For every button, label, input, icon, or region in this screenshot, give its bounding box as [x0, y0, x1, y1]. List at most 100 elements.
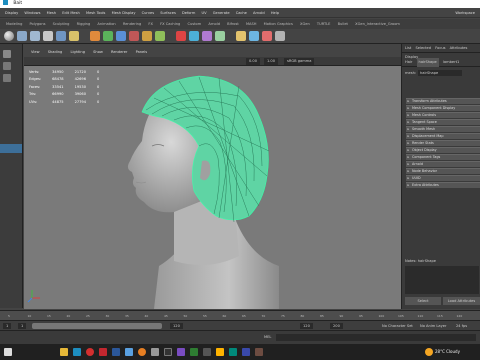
maya-taskbar-icon[interactable]	[73, 348, 81, 356]
plane-icon[interactable]	[56, 31, 66, 41]
load-attributes-button[interactable]: Load Attributes	[443, 297, 480, 305]
shelf-tab[interactable]: Rigging	[77, 19, 91, 29]
menu-item[interactable]: Windows	[24, 8, 40, 18]
ae-section[interactable]: Displacement Map	[406, 133, 480, 139]
ae-section[interactable]: Smooth Mesh	[406, 126, 480, 132]
bridge-icon[interactable]	[129, 31, 139, 41]
cylinder-icon[interactable]	[30, 31, 40, 41]
playback-end-field[interactable]: 120	[170, 323, 183, 329]
menu-item[interactable]: Display	[5, 8, 18, 18]
bevel-icon[interactable]	[142, 31, 152, 41]
mirror-icon[interactable]	[202, 31, 212, 41]
combine-icon[interactable]	[90, 31, 100, 41]
shelf-tab[interactable]: Bullet	[338, 19, 348, 29]
menu-item[interactable]: Mesh Display	[112, 8, 136, 18]
range-bar[interactable]	[32, 323, 162, 329]
command-input[interactable]	[276, 334, 476, 341]
menu-item[interactable]: Deform	[182, 8, 195, 18]
notes-field[interactable]	[405, 266, 479, 294]
smooth-icon[interactable]	[215, 31, 225, 41]
lasso-tool-icon[interactable]	[3, 62, 11, 70]
viewport-menu-item[interactable]: Panels	[136, 48, 148, 57]
start-frame-field[interactable]: 1	[3, 323, 12, 329]
playback-start-field[interactable]: 1	[18, 323, 27, 329]
file-explorer-icon[interactable]	[60, 348, 68, 356]
viewport-menu-item[interactable]: View	[31, 48, 40, 57]
viewport-menu-item[interactable]: Lighting	[70, 48, 85, 57]
ae-section[interactable]: UUID	[406, 175, 480, 181]
windows-start-icon[interactable]	[4, 348, 12, 356]
fps-dropdown[interactable]: 24 fps	[456, 323, 467, 329]
app-icon[interactable]	[203, 348, 211, 356]
photos-icon[interactable]	[125, 348, 133, 356]
menu-item[interactable]: Generate	[213, 8, 230, 18]
node-tab[interactable]: lambert1	[443, 58, 459, 67]
end-frame-field[interactable]: 200	[330, 323, 343, 329]
app-icon[interactable]	[216, 348, 224, 356]
time-slider[interactable]: 5 10 15 20 25 30 35 40 45 50 55 60 65 70 75 80 85 90 95 100…	[0, 310, 480, 320]
render-icon[interactable]	[262, 31, 272, 41]
weather-text[interactable]: 28°C Cloudy	[435, 349, 460, 354]
separate-icon[interactable]	[103, 31, 113, 41]
app-icon[interactable]	[255, 348, 263, 356]
shelf-tab[interactable]: Polygons	[30, 19, 46, 29]
color-space-dropdown[interactable]: sRGB gamma	[284, 58, 315, 65]
extrude-icon[interactable]	[116, 31, 126, 41]
weather-icon[interactable]	[425, 348, 433, 356]
opera-icon[interactable]	[86, 348, 94, 356]
shelf-tab[interactable]: Animation	[97, 19, 115, 29]
menu-item[interactable]: UV	[202, 8, 207, 18]
ae-section[interactable]: Mesh Controls	[406, 112, 480, 118]
menu-item[interactable]: Mesh Tools	[86, 8, 105, 18]
shelf-tab[interactable]: MASH	[246, 19, 257, 29]
script-language-label[interactable]: MEL	[264, 335, 271, 339]
ae-section[interactable]: Extra Attributes	[406, 182, 480, 188]
shelf-tab[interactable]: Arnold	[208, 19, 220, 29]
ae-section[interactable]: Arnold	[406, 161, 480, 167]
ae-section[interactable]: Node Behavior	[406, 168, 480, 174]
ae-tab[interactable]: List	[405, 44, 411, 53]
shelf-tab[interactable]: Custom	[187, 19, 201, 29]
settings-icon[interactable]	[151, 348, 159, 356]
uv-editor-icon[interactable]	[236, 31, 246, 41]
app-icon[interactable]	[229, 348, 237, 356]
shelf-tab[interactable]: Sculpting	[53, 19, 70, 29]
shelf-tab[interactable]: Bifrost	[227, 19, 239, 29]
node-tab[interactable]: hairShape	[416, 58, 439, 67]
workspace-label[interactable]: Workspace	[455, 8, 475, 18]
target-weld-icon[interactable]	[189, 31, 199, 41]
shelf-tab[interactable]: XGen	[300, 19, 310, 29]
layout-icon[interactable]	[249, 31, 259, 41]
node-tab[interactable]: Hair	[405, 58, 412, 67]
far-clip-field[interactable]: 1.00	[264, 58, 279, 65]
ae-section[interactable]: Transform Attributes	[406, 98, 480, 104]
layout-selected-icon[interactable]	[0, 144, 22, 153]
ae-tab[interactable]: Selected	[415, 44, 431, 53]
menu-item[interactable]: Cache	[236, 8, 247, 18]
shelf-tab[interactable]: FX	[148, 19, 153, 29]
shelf-tab[interactable]: Motion Graphics	[264, 19, 293, 29]
torus-icon[interactable]	[69, 31, 79, 41]
shelf-tab[interactable]: FX Caching	[160, 19, 180, 29]
fill-hole-icon[interactable]	[155, 31, 165, 41]
cone-icon[interactable]	[43, 31, 53, 41]
menu-item[interactable]: Edit Mesh	[62, 8, 80, 18]
character-set-dropdown[interactable]: No Character Set	[382, 323, 413, 329]
media-icon[interactable]	[177, 348, 185, 356]
ae-section[interactable]: Render Stats	[406, 140, 480, 146]
menu-item[interactable]: Arnold	[253, 8, 265, 18]
adobe-icon[interactable]	[99, 348, 107, 356]
ae-section[interactable]: Component Tags	[406, 154, 480, 160]
shelf-tab[interactable]: XGen_Interactive_Groom	[355, 19, 400, 29]
cube-icon[interactable]	[17, 31, 27, 41]
menu-item[interactable]: Curves	[142, 8, 154, 18]
multi-cut-icon[interactable]	[176, 31, 186, 41]
menu-item[interactable]: Mesh	[47, 8, 56, 18]
select-button[interactable]: Select	[405, 297, 441, 305]
shelf-tab[interactable]: Modeling	[6, 19, 22, 29]
word-icon[interactable]	[112, 348, 120, 356]
ipr-icon[interactable]	[275, 31, 285, 41]
app-icon[interactable]	[190, 348, 198, 356]
shelf-tab[interactable]: Rendering	[123, 19, 141, 29]
ae-tab[interactable]: Focus	[435, 44, 445, 53]
